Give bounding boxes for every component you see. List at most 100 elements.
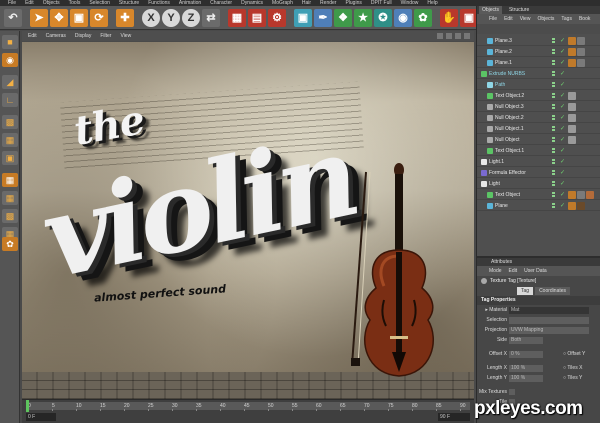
move-icon[interactable]: ✥	[50, 8, 68, 27]
objects-menu-view[interactable]: View	[520, 16, 531, 22]
object-name[interactable]: Null Object.1	[495, 125, 524, 133]
light-icon[interactable]: ✿	[414, 8, 432, 27]
objects-menu-tags[interactable]: Tags	[561, 16, 572, 22]
objects-menu-objects[interactable]: Objects	[537, 16, 554, 22]
object-name[interactable]: Light	[489, 180, 500, 188]
tag-icon[interactable]	[568, 202, 576, 210]
object-name[interactable]: Plane	[495, 202, 508, 210]
visibility-dots-icon[interactable]	[552, 49, 558, 55]
rotate-view-icon[interactable]	[455, 33, 461, 39]
tab-coordinates[interactable]: Coordinates	[535, 287, 571, 295]
frame-end-field[interactable]: 90 F	[438, 413, 470, 421]
visibility-dots-icon[interactable]	[552, 159, 558, 165]
attributes-menu-edit[interactable]: Edit	[509, 268, 518, 274]
render-view-icon[interactable]: ▦	[228, 8, 246, 27]
tag-icon[interactable]	[568, 103, 576, 111]
render-picture-icon[interactable]: ▤	[248, 8, 266, 27]
maximize-view-icon[interactable]	[464, 33, 470, 39]
visibility-dots-icon[interactable]	[552, 170, 558, 176]
pen-icon[interactable]: ✒	[314, 8, 332, 27]
snap-icon[interactable]: ▦	[2, 191, 18, 205]
length-x-field[interactable]: 100 %	[509, 364, 543, 372]
object-row[interactable]: Extrude NURBS ✓	[477, 69, 600, 79]
enabled-check-icon[interactable]: ✓	[560, 159, 565, 165]
visibility-dots-icon[interactable]	[552, 71, 558, 77]
tag-icon[interactable]	[577, 202, 585, 210]
enabled-check-icon[interactable]: ✓	[560, 93, 565, 99]
enabled-check-icon[interactable]: ✓	[560, 115, 565, 121]
model-mode-icon[interactable]: ■	[2, 35, 18, 49]
pointer-icon[interactable]: ➤	[30, 8, 48, 27]
object-mode-icon[interactable]: ◉	[2, 53, 18, 67]
tag-icon[interactable]	[568, 59, 576, 67]
object-row[interactable]: Null Object.3 ✓	[477, 102, 600, 112]
object-row[interactable]: Plane.2 ✓	[477, 47, 600, 57]
tag-icon[interactable]	[568, 92, 576, 100]
material-field[interactable]: Mat	[509, 306, 589, 314]
mix-textures-checkbox[interactable]	[509, 389, 515, 395]
enabled-check-icon[interactable]: ✓	[560, 181, 565, 187]
viewport-menu-display[interactable]: Display	[75, 33, 91, 39]
points-mode-icon[interactable]: ▩	[2, 115, 18, 129]
object-row[interactable]: Null Object.1 ✓	[477, 124, 600, 134]
object-name[interactable]: Null Object	[495, 136, 519, 144]
object-row[interactable]: Plane ✓	[477, 201, 600, 211]
object-name[interactable]: Formula Effector	[489, 169, 526, 177]
attributes-menu-mode[interactable]: Mode	[489, 268, 502, 274]
tag-icon[interactable]	[577, 191, 585, 199]
object-row[interactable]: Text Object.2 ✓	[477, 91, 600, 101]
enabled-check-icon[interactable]: ✓	[560, 49, 565, 55]
visibility-dots-icon[interactable]	[552, 60, 558, 66]
offset-x-field[interactable]: 0 %	[509, 350, 543, 358]
objects-menu-file[interactable]: File	[489, 16, 497, 22]
object-row[interactable]: Text Object ✓	[477, 190, 600, 200]
side-dropdown[interactable]: Both	[509, 336, 543, 344]
move-view-icon[interactable]	[437, 33, 443, 39]
viewport-menu-edit[interactable]: Edit	[28, 33, 37, 39]
polygons-mode-icon[interactable]: ▣	[2, 151, 18, 165]
render-settings-icon[interactable]: ⚙	[268, 8, 286, 27]
workplane-icon[interactable]: ▩	[2, 209, 18, 223]
enabled-check-icon[interactable]: ✓	[560, 38, 565, 44]
object-name[interactable]: Text Object	[495, 191, 520, 199]
objects-menu-edit[interactable]: Edit	[504, 16, 513, 22]
tag-icon[interactable]	[577, 48, 585, 56]
tag-icon[interactable]	[577, 37, 585, 45]
y-axis-icon[interactable]: Y	[162, 8, 180, 27]
tag-icon[interactable]	[568, 48, 576, 56]
3d-viewport[interactable]: the violin almost perfect sound	[22, 42, 474, 399]
grab-icon[interactable]: ✋	[440, 8, 458, 27]
frame-start-field[interactable]: 0 F	[26, 413, 56, 421]
sculpt-icon[interactable]: ✿	[2, 237, 18, 251]
timeline-ruler[interactable]: 0 5 10 15 20 25 30 35 40 45 50 55 60 65 70 75 80 85 90	[26, 402, 470, 411]
visibility-dots-icon[interactable]	[552, 203, 558, 209]
deformer-icon[interactable]: ✪	[374, 8, 392, 27]
object-name[interactable]: Plane.1	[495, 59, 512, 67]
timeline-playhead[interactable]	[26, 400, 29, 412]
enabled-check-icon[interactable]: ✓	[560, 192, 565, 198]
object-row[interactable]: Plane.1 ✓	[477, 58, 600, 68]
rotate-icon[interactable]: ⟳	[90, 8, 108, 27]
tab-tag[interactable]: Tag	[517, 287, 534, 295]
viewport-menu-filter[interactable]: Filter	[100, 33, 111, 39]
selection-field[interactable]	[509, 316, 589, 324]
subdivision-icon[interactable]: ❖	[334, 8, 352, 27]
visibility-dots-icon[interactable]	[552, 126, 558, 132]
object-name[interactable]: Path	[495, 81, 505, 89]
cube-icon[interactable]: ▣	[294, 8, 312, 27]
tab-structure[interactable]: Structure	[506, 6, 532, 14]
edges-mode-icon[interactable]: ▦	[2, 133, 18, 147]
tag-icon[interactable]	[568, 37, 576, 45]
visibility-dots-icon[interactable]	[552, 82, 558, 88]
array-icon[interactable]: ★	[354, 8, 372, 27]
object-row[interactable]: Null Object.2 ✓	[477, 113, 600, 123]
enabled-check-icon[interactable]: ✓	[560, 104, 565, 110]
object-row[interactable]: Path ✓	[477, 80, 600, 90]
tag-icon[interactable]	[568, 191, 576, 199]
enabled-check-icon[interactable]: ✓	[560, 148, 565, 154]
enabled-check-icon[interactable]: ✓	[560, 82, 565, 88]
enabled-check-icon[interactable]: ✓	[560, 126, 565, 132]
object-name[interactable]: Plane.3	[495, 37, 512, 45]
tag-icon[interactable]	[568, 114, 576, 122]
enabled-check-icon[interactable]: ✓	[560, 170, 565, 176]
